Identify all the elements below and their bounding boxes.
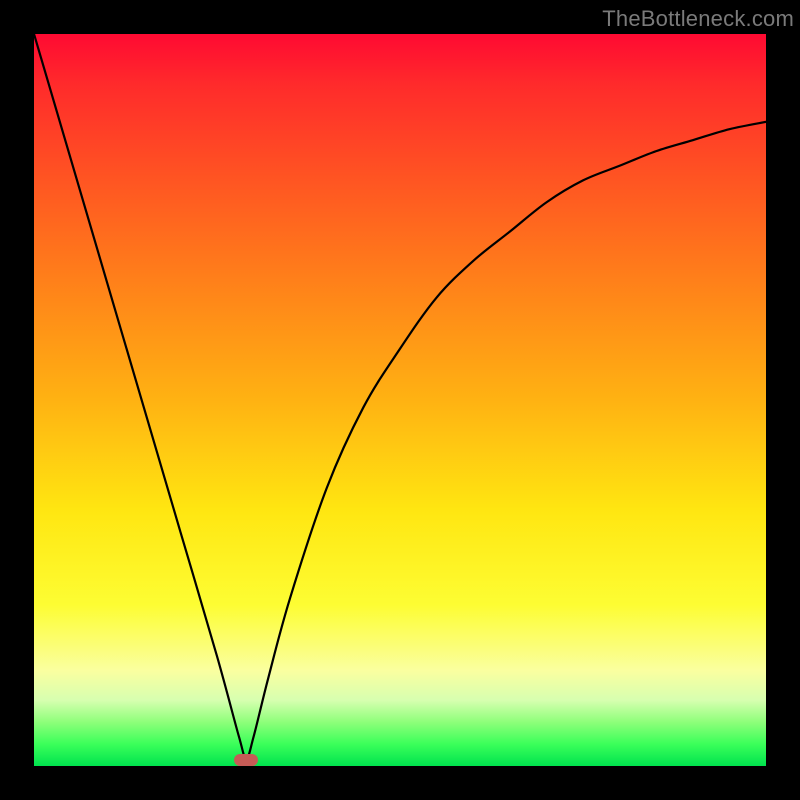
plot-area (34, 34, 766, 766)
bottleneck-curve (34, 34, 766, 766)
optimal-marker (234, 754, 258, 766)
chart-frame: TheBottleneck.com (0, 0, 800, 800)
watermark-text: TheBottleneck.com (602, 6, 794, 32)
